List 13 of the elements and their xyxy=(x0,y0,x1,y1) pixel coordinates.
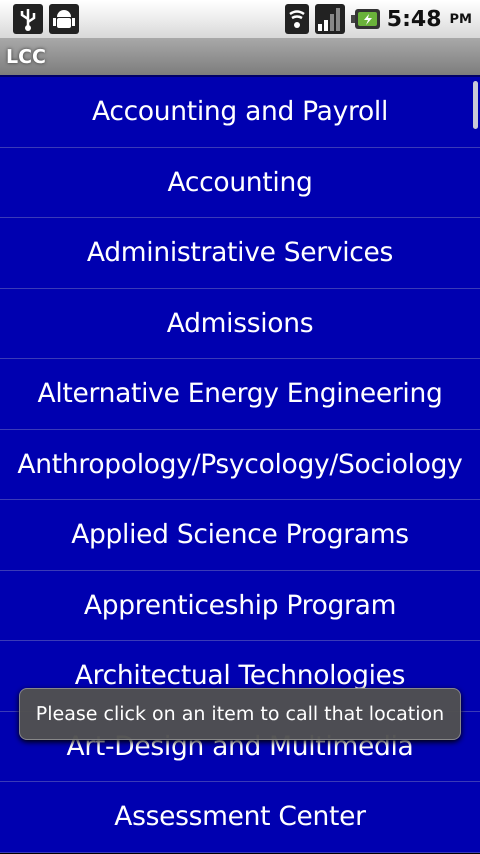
wifi-icon xyxy=(284,4,309,34)
scrollbar xyxy=(473,81,478,129)
android-icon xyxy=(49,4,79,34)
app-title: LCC xyxy=(6,46,46,68)
list-item[interactable]: Anthropology/Psycology/Sociology xyxy=(0,430,480,500)
clock-ampm: PM xyxy=(450,12,472,26)
list-item[interactable]: Admissions xyxy=(0,288,480,359)
message-toast: Please click on an item to call that location xyxy=(19,688,461,740)
clock-time: 5:48 xyxy=(386,6,442,32)
usb-icon xyxy=(13,4,43,34)
list-item[interactable]: Apprenticeship Program xyxy=(0,570,480,641)
battery-icon xyxy=(350,8,381,30)
signal-icon xyxy=(314,4,345,34)
